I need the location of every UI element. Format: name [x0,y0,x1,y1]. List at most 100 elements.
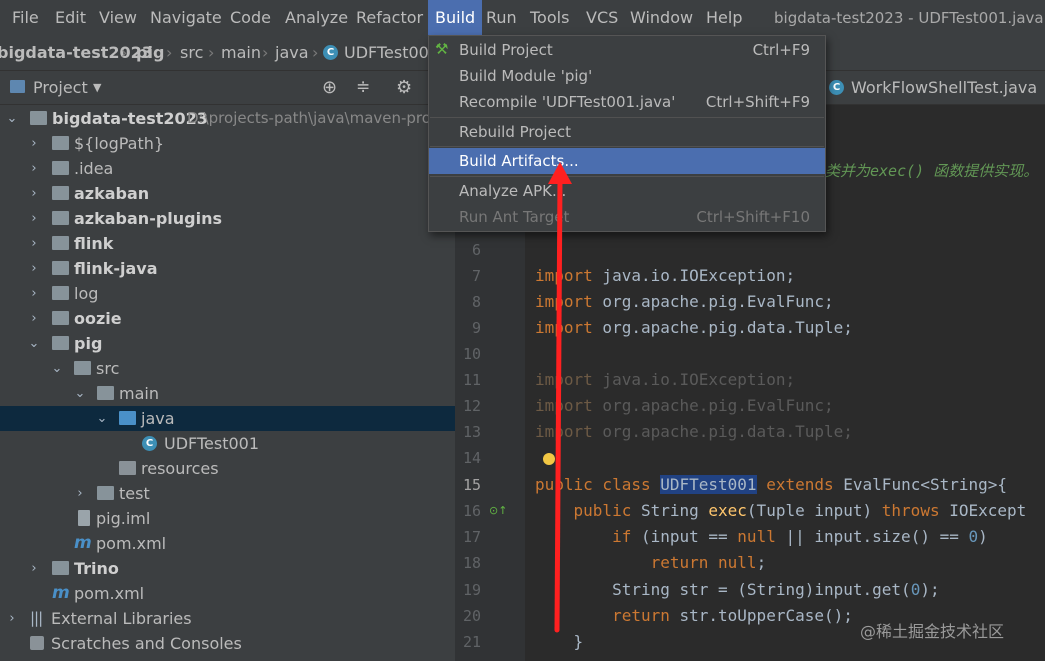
maven-icon: m [52,583,70,603]
chevron-right-icon: › [121,43,128,62]
chevron-down-icon[interactable]: ⌄ [5,106,19,131]
tree-item-label: Trino [74,559,119,578]
tree-row[interactable]: C UDFTest001 [0,431,455,456]
chevron-right-icon[interactable]: › [27,231,41,256]
tree-row[interactable]: › flink-java [0,256,455,281]
breadcrumb-src[interactable]: src [180,36,203,70]
tree-item-label: ${logPath} [74,134,165,153]
locate-icon[interactable]: ⊕ [322,71,337,104]
folder-icon [52,286,69,300]
menu-help[interactable]: Help [706,0,742,36]
collapse-all-icon[interactable]: ≑ [356,71,370,104]
folder-icon [97,386,114,400]
menu-item-shortcut: Ctrl+Shift+F9 [705,93,810,111]
chevron-down-icon[interactable]: ⌄ [73,381,87,406]
menu-analyze-apk[interactable]: Analyze APK... [429,178,825,204]
breadcrumb-java[interactable]: java [275,36,309,70]
menu-vcs[interactable]: VCS [586,0,618,36]
chevron-right-icon[interactable]: › [27,181,41,206]
tree-row[interactable]: › log [0,281,455,306]
tree-row[interactable]: › ${logPath} [0,131,455,156]
tree-row[interactable]: ⌄ pig [0,331,455,356]
menu-build-module[interactable]: Build Module 'pig' [429,63,825,89]
menu-rebuild-project[interactable]: Rebuild Project [429,119,825,145]
chevron-down-icon[interactable]: ⌄ [95,406,109,431]
tree-row[interactable]: › azkaban [0,181,455,206]
menu-analyze[interactable]: Analyze [285,0,348,36]
tree-item-label: log [74,284,99,303]
breadcrumb-project[interactable]: bigdata-test2023 [0,36,153,70]
gear-icon[interactable]: ⚙ [396,71,412,104]
tree-row[interactable]: › ||| External Libraries [0,606,455,631]
menu-file[interactable]: File [12,0,39,36]
code-line: import org.apache.pig.data.Tuple; [535,422,853,441]
chevron-right-icon[interactable]: › [27,206,41,231]
tree-row[interactable]: m pom.xml [0,581,455,606]
chevron-down-icon[interactable]: ▼ [93,71,101,104]
chevron-right-icon: › [312,43,319,62]
menu-item-shortcut: Ctrl+F9 [752,41,810,59]
line-number: 16 [462,502,481,520]
tree-row[interactable]: resources [0,456,455,481]
java-class-icon: C [829,80,844,95]
menu-recompile[interactable]: Recompile 'UDFTest001.java' Ctrl+Shift+F… [429,89,825,115]
project-panel-header: Project ▼ ⊕ ≑ ⚙ — [0,71,455,105]
menu-navigate[interactable]: Navigate [150,0,222,36]
breadcrumb-module[interactable]: pig [136,36,164,70]
tree-row[interactable]: › flink [0,231,455,256]
tree-row[interactable]: m pom.xml [0,531,455,556]
chevron-right-icon[interactable]: › [27,256,41,281]
hammer-icon: ⚒ [435,40,449,58]
menu-tools[interactable]: Tools [530,0,569,36]
tree-item-label: flink-java [74,259,158,278]
menu-window[interactable]: Window [630,0,693,36]
chevron-right-icon[interactable]: › [27,281,41,306]
tree-row[interactable]: › test [0,481,455,506]
tree-row[interactable]: › oozie [0,306,455,331]
tree-row[interactable]: ⌄ src [0,356,455,381]
code-line: public class UDFTest001 extends EvalFunc… [535,475,1008,494]
tree-row[interactable]: › azkaban-plugins [0,206,455,231]
tree-row-selected[interactable]: ⌄ java [0,406,455,431]
line-number: 6 [471,241,481,259]
chevron-right-icon[interactable]: › [73,481,87,506]
chevron-right-icon[interactable]: › [27,556,41,581]
tree-item-label: azkaban-plugins [74,209,223,228]
tree-row[interactable]: ⌄ main [0,381,455,406]
folder-icon [52,161,69,175]
menu-edit[interactable]: Edit [55,0,86,36]
menu-build[interactable]: Build [428,0,483,36]
scratches-icon [30,636,44,650]
module-folder-icon [52,186,69,200]
tree-row[interactable]: ⌄ bigdata-test2023 D:\projects-path\java… [0,106,455,131]
tree-row[interactable]: pig.iml [0,506,455,531]
tree-row[interactable]: › .idea [0,156,455,181]
project-tree: ⌄ bigdata-test2023 D:\projects-path\java… [0,105,455,661]
tree-row[interactable]: Scratches and Consoles [0,631,455,656]
menu-run[interactable]: Run [486,0,517,36]
project-panel-title[interactable]: Project [33,71,88,104]
chevron-right-icon[interactable]: › [27,131,41,156]
iml-file-icon [78,510,90,526]
breadcrumb-class[interactable]: UDFTest001 [344,36,439,70]
menu-build-artifacts[interactable]: Build Artifacts... [429,148,825,174]
line-number: 10 [462,345,481,363]
override-gutter-icon[interactable]: ⊙↑ [489,504,507,517]
menu-item-shortcut: Ctrl+Shift+F10 [696,208,810,226]
chevron-right-icon[interactable]: › [27,306,41,331]
chevron-down-icon[interactable]: ⌄ [50,356,64,381]
tree-row[interactable]: › Trino [0,556,455,581]
menu-refactor[interactable]: Refactor [356,0,423,36]
menu-view[interactable]: View [99,0,137,36]
breadcrumb-main[interactable]: main [221,36,261,70]
line-number: 18 [462,554,481,572]
chevron-right-icon[interactable]: › [27,156,41,181]
chevron-down-icon[interactable]: ⌄ [27,331,41,356]
menu-build-project[interactable]: ⚒ Build Project Ctrl+F9 [429,37,825,63]
menu-code[interactable]: Code [230,0,271,36]
editor-tab[interactable]: WorkFlowShellTest.java [851,71,1037,104]
libraries-icon: ||| [30,609,43,627]
module-folder-icon [52,311,69,325]
chevron-right-icon[interactable]: › [5,606,19,631]
line-number: 19 [462,581,481,599]
